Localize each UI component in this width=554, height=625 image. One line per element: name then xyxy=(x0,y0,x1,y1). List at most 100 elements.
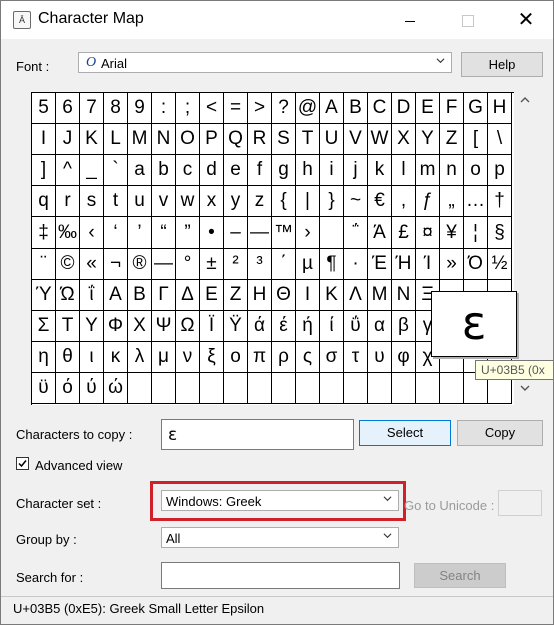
character-cell[interactable]: … xyxy=(464,186,488,217)
character-cell[interactable]: η xyxy=(32,342,56,373)
character-cell[interactable]: H xyxy=(488,93,512,124)
character-cell[interactable]: Ζ xyxy=(224,280,248,311)
character-cell[interactable]: ¨ xyxy=(32,249,56,280)
character-cell[interactable]: • xyxy=(200,217,224,249)
character-cell[interactable]: 7 xyxy=(80,93,104,124)
character-cell[interactable]: ο xyxy=(224,342,248,373)
character-cell[interactable] xyxy=(200,373,224,404)
character-cell[interactable]: ― xyxy=(152,249,176,280)
character-cell[interactable] xyxy=(224,373,248,404)
character-cell[interactable]: a xyxy=(128,155,152,186)
search-input[interactable] xyxy=(161,562,400,589)
character-cell[interactable]: Ϊ xyxy=(200,311,224,342)
character-cell[interactable]: ΅ xyxy=(344,217,368,249)
minimize-button[interactable] xyxy=(387,1,433,39)
character-cell[interactable]: 6 xyxy=(56,93,80,124)
grid-scrollbar[interactable] xyxy=(514,92,536,405)
character-cell[interactable]: Q xyxy=(224,124,248,155)
character-cell[interactable]: Υ xyxy=(80,311,104,342)
character-cell[interactable] xyxy=(344,373,368,404)
character-cell[interactable]: „ xyxy=(440,186,464,217)
character-cell[interactable]: Κ xyxy=(320,280,344,311)
character-cell[interactable]: p xyxy=(488,155,512,186)
character-cell[interactable]: Θ xyxy=(272,280,296,311)
character-cell[interactable]: ² xyxy=(224,249,248,280)
character-cell[interactable]: φ xyxy=(392,342,416,373)
character-cell[interactable]: n xyxy=(440,155,464,186)
character-cell[interactable]: h xyxy=(296,155,320,186)
character-cell[interactable]: ¦ xyxy=(464,217,488,249)
character-cell[interactable]: ; xyxy=(176,93,200,124)
character-cell[interactable] xyxy=(368,373,392,404)
character-cell[interactable]: ά xyxy=(248,311,272,342)
help-button[interactable]: Help xyxy=(461,52,543,77)
character-cell[interactable]: § xyxy=(488,217,512,249)
character-cell[interactable]: Ή xyxy=(392,249,416,280)
character-cell[interactable]: ς xyxy=(296,342,320,373)
character-cell[interactable]: ? xyxy=(272,93,296,124)
character-cell[interactable]: Α xyxy=(104,280,128,311)
character-cell[interactable]: S xyxy=(272,124,296,155)
character-cell[interactable]: ¤ xyxy=(416,217,440,249)
character-cell[interactable]: ΐ xyxy=(80,280,104,311)
character-cell[interactable]: · xyxy=(344,249,368,280)
character-cell[interactable]: ~ xyxy=(344,186,368,217)
copy-button[interactable]: Copy xyxy=(457,420,543,446)
character-cell[interactable]: ^ xyxy=(56,155,80,186)
character-cell[interactable]: ] xyxy=(32,155,56,186)
character-cell[interactable]: 8 xyxy=(104,93,128,124)
character-cell[interactable]: Ι xyxy=(296,280,320,311)
character-cell[interactable]: τ xyxy=(344,342,368,373)
character-cell[interactable]: “ xyxy=(152,217,176,249)
character-cell[interactable]: Ψ xyxy=(152,311,176,342)
character-cell[interactable]: P xyxy=(200,124,224,155)
go-to-unicode-field[interactable] xyxy=(498,490,542,516)
character-cell[interactable]: Μ xyxy=(368,280,392,311)
character-cell[interactable]: £ xyxy=(392,217,416,249)
font-dropdown[interactable]: O Arial xyxy=(78,52,452,73)
maximize-button[interactable] xyxy=(445,1,491,39)
character-cell[interactable]: ° xyxy=(176,249,200,280)
character-cell[interactable]: ξ xyxy=(200,342,224,373)
character-cell[interactable]: V xyxy=(344,124,368,155)
character-cell[interactable]: › xyxy=(296,217,320,249)
character-cell[interactable] xyxy=(176,373,200,404)
character-cell[interactable]: – xyxy=(224,217,248,249)
character-cell[interactable] xyxy=(152,373,176,404)
character-cell[interactable]: Y xyxy=(416,124,440,155)
character-cell[interactable]: ό xyxy=(56,373,80,404)
character-cell[interactable]: Λ xyxy=(344,280,368,311)
character-cell[interactable]: w xyxy=(176,186,200,217)
character-cell[interactable]: † xyxy=(488,186,512,217)
character-cell[interactable]: \ xyxy=(488,124,512,155)
character-cell[interactable]: { xyxy=(272,186,296,217)
character-cell[interactable]: ι xyxy=(80,342,104,373)
character-cell[interactable]: m xyxy=(416,155,440,186)
character-cell[interactable]: > xyxy=(248,93,272,124)
character-cell[interactable] xyxy=(416,373,440,404)
character-cell[interactable]: ρ xyxy=(272,342,296,373)
character-cell[interactable]: , xyxy=(392,186,416,217)
character-cell[interactable]: ΰ xyxy=(344,311,368,342)
character-cell[interactable]: µ xyxy=(296,249,320,280)
character-cell[interactable] xyxy=(296,373,320,404)
character-cell[interactable]: « xyxy=(80,249,104,280)
select-button[interactable]: Select xyxy=(359,420,451,446)
character-cell[interactable]: ½ xyxy=(488,249,512,280)
character-cell[interactable]: Z xyxy=(440,124,464,155)
character-cell[interactable]: ® xyxy=(128,249,152,280)
character-cell[interactable]: b xyxy=(152,155,176,186)
character-cell[interactable] xyxy=(320,217,344,249)
character-cell[interactable]: R xyxy=(248,124,272,155)
character-cell[interactable]: K xyxy=(80,124,104,155)
character-cell[interactable]: y xyxy=(224,186,248,217)
character-cell[interactable]: ‡ xyxy=(32,217,56,249)
character-cell[interactable]: ή xyxy=(296,311,320,342)
character-cell[interactable]: © xyxy=(56,249,80,280)
character-cell[interactable]: = xyxy=(224,93,248,124)
character-cell[interactable]: ‘ xyxy=(104,217,128,249)
character-cell[interactable]: Ό xyxy=(464,249,488,280)
character-cell[interactable]: Ω xyxy=(176,311,200,342)
close-button[interactable]: ✕ xyxy=(503,1,549,39)
character-cell[interactable]: T xyxy=(296,124,320,155)
